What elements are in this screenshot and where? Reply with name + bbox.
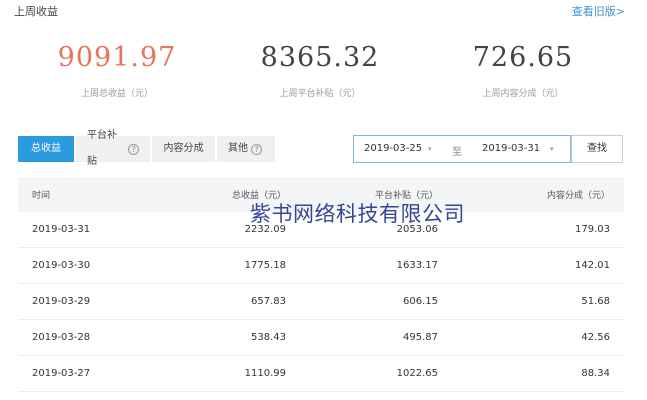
old-version-link[interactable]: 查看旧版> [572,3,625,19]
search-button[interactable]: 查找 [571,135,623,163]
cell-date: 2019-03-27 [32,368,91,379]
cell-content: 51.68 [581,296,610,307]
cell-total: 538.43 [251,332,286,343]
column-header-date: 时间 [32,191,51,201]
stat-label: 上周平台补贴（元） [279,89,361,99]
column-header-content: 内容分成（元） [546,191,610,201]
help-icon[interactable]: ? [128,143,139,155]
cell-subsidy: 1022.65 [396,368,438,379]
stat-value: 726.65 [472,42,574,73]
table-body: 2019-03-31 2232.09 2053.06 179.03 2019-0… [18,212,624,392]
tab-label: 内容分成 [163,143,204,154]
date-range-picker[interactable]: 2019-03-25 ▾ 至 2019-03-31 ▾ [353,135,571,163]
tab-label: 平台补贴 [87,130,117,167]
stat-platform-subsidy: 8365.32 上周平台补贴（元） [225,38,415,99]
tab-label: 其他 [228,143,248,154]
dropdown-arrow-icon[interactable]: ▾ [550,145,554,153]
cell-content: 42.56 [581,332,610,343]
stats-summary: 9091.97 上周总收益（元） 8365.32 上周平台补贴（元） 726.6… [0,38,647,108]
stat-label: 上周总收益（元） [80,89,153,99]
table-row: 2019-03-28 538.43 495.87 42.56 [18,320,624,356]
cell-total: 657.83 [251,296,286,307]
income-table: 时间 总收益（元） 平台补贴（元） 内容分成（元） 2019-03-31 223… [18,177,624,392]
cell-subsidy: 606.15 [403,296,438,307]
cell-content: 88.34 [581,368,610,379]
stat-value: 9091.97 [57,42,177,73]
column-header-subsidy: 平台补贴（元） [374,191,438,201]
end-date-input[interactable]: 2019-03-31 [482,143,540,154]
stat-content-share: 726.65 上周内容分成（元） [428,38,618,99]
help-icon[interactable]: ? [251,143,262,155]
tab-label: 总收益 [31,143,61,154]
cell-total: 1110.99 [244,368,286,379]
tab-total-income[interactable]: 总收益 [18,136,74,162]
stat-total-income: 9091.97 上周总收益（元） [22,38,212,99]
cell-total: 2232.09 [244,224,286,235]
tab-platform-subsidy[interactable]: 平台补贴 ? [76,130,150,167]
cell-subsidy: 1633.17 [396,260,438,271]
cell-subsidy: 2053.06 [396,224,438,235]
column-header-total: 总收益（元） [231,191,286,201]
table-row: 2019-03-30 1775.18 1633.17 142.01 [18,248,624,284]
table-header: 时间 总收益（元） 平台补贴（元） 内容分成（元） [18,177,624,212]
tab-other[interactable]: 其他 ? [217,136,275,162]
cell-date: 2019-03-31 [32,224,91,235]
cell-date: 2019-03-29 [32,296,91,307]
page-title: 上周收益 [14,5,58,18]
stat-value: 8365.32 [260,42,380,73]
dropdown-arrow-icon[interactable]: ▾ [428,145,432,153]
cell-date: 2019-03-28 [32,332,91,343]
cell-content: 142.01 [575,260,610,271]
cell-content: 179.03 [575,224,610,235]
table-row: 2019-03-31 2232.09 2053.06 179.03 [18,212,624,248]
cell-total: 1775.18 [244,260,286,271]
stat-label: 上周内容分成（元） [482,89,564,99]
table-row: 2019-03-27 1110.99 1022.65 88.34 [18,356,624,392]
income-tabs: 总收益 平台补贴 ? 内容分成 其他 ? [18,130,277,167]
range-separator: 至 [452,147,462,158]
start-date-input[interactable]: 2019-03-25 [364,143,422,154]
cell-subsidy: 495.87 [403,332,438,343]
table-row: 2019-03-29 657.83 606.15 51.68 [18,284,624,320]
tab-content-share[interactable]: 内容分成 [152,136,215,162]
cell-date: 2019-03-30 [32,260,91,271]
